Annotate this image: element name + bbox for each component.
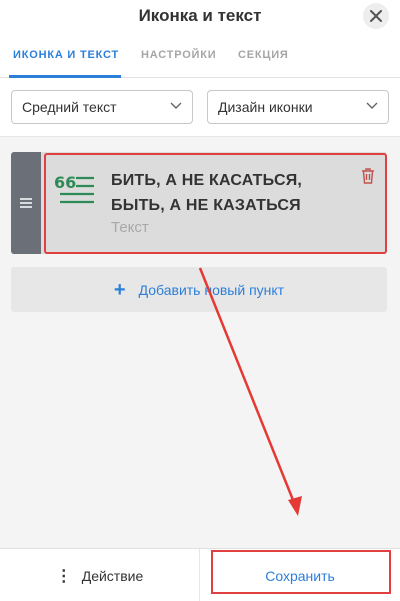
action-label: Действие (81, 567, 144, 584)
tab-icon-and-text[interactable]: ИКОНКА И ТЕКСТ (13, 49, 119, 61)
close-icon (370, 10, 382, 22)
text-size-value: Средний текст (22, 99, 117, 115)
more-vertical-icon: ⋮ (55, 567, 72, 585)
add-item-button[interactable]: + Добавить новый пункт (11, 267, 387, 312)
quote-list-icon: 66 (54, 173, 94, 204)
item-title: БИТЬ, А НЕ КАСАТЬСЯ, БЫТЬ, А НЕ КАЗАТЬСЯ (111, 172, 303, 214)
add-item-label: Добавить новый пункт (138, 281, 285, 298)
trash-icon[interactable] (361, 168, 375, 184)
icon-design-value: Дизайн иконки (218, 99, 313, 115)
text-size-select[interactable]: Средний текст (11, 90, 193, 124)
chevron-down-icon (366, 102, 378, 109)
tab-section[interactable]: СЕКЦИЯ (238, 49, 289, 61)
close-button[interactable] (363, 3, 389, 29)
svg-text:66: 66 (54, 173, 76, 192)
plus-icon: + (113, 278, 126, 301)
drag-handle-icon (20, 198, 32, 208)
save-highlight-box (211, 550, 391, 594)
icon-design-select[interactable]: Дизайн иконки (207, 90, 389, 124)
page-title: Иконка и текст (138, 6, 262, 25)
active-tab-indicator (9, 75, 121, 78)
tab-bar: ИКОНКА И ТЕКСТ НАСТРОЙКИ СЕКЦИЯ (0, 42, 400, 78)
chevron-down-icon (170, 102, 182, 109)
drag-handle[interactable] (11, 152, 41, 254)
header: Иконка и текст (0, 0, 400, 36)
item-subtitle: Текст (111, 219, 149, 236)
action-button[interactable]: ⋮ Действие (0, 549, 200, 601)
tab-settings[interactable]: НАСТРОЙКИ (141, 49, 216, 61)
